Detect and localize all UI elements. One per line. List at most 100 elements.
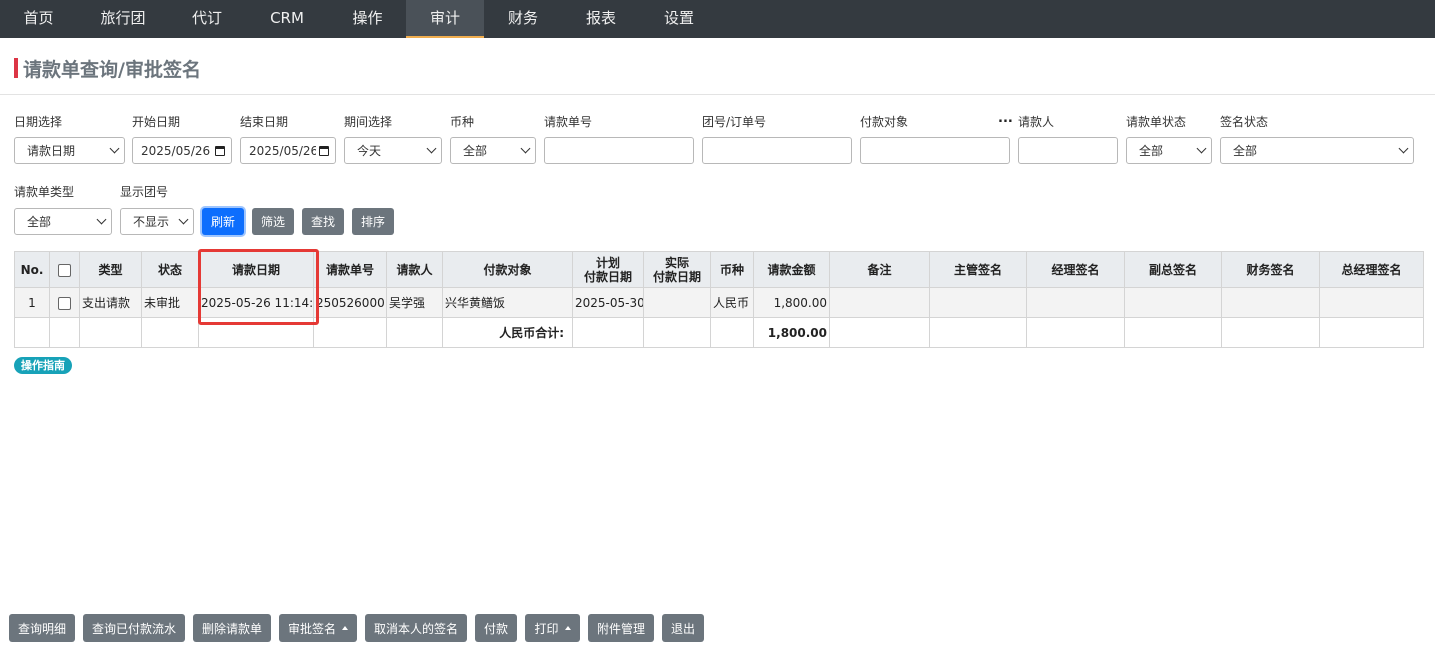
col-header-select <box>49 251 80 288</box>
cell-date: 2025-05-26 11:14:32 <box>198 287 314 318</box>
refresh-button[interactable]: 刷新 <box>202 208 244 235</box>
cell-status: 未审批 <box>141 287 199 318</box>
period-dropdown[interactable]: 今天 <box>344 137 442 164</box>
group-order-no-input[interactable] <box>702 137 852 164</box>
start-date-label: 开始日期 <box>132 115 181 129</box>
requester-input[interactable] <box>1018 137 1118 164</box>
cell-no: 1 <box>14 287 50 318</box>
title-accent-bar <box>14 58 18 78</box>
page-title: 请款单查询/审批签名 <box>23 58 201 81</box>
filter-button[interactable]: 筛选 <box>252 208 294 235</box>
total-cell-empty <box>198 317 314 348</box>
request-status-value: 全部 <box>1139 144 1164 158</box>
delete-request-button[interactable]: 删除请款单 <box>193 614 271 642</box>
sign-status-label: 签名状态 <box>1220 115 1269 129</box>
col-header-plan-pay[interactable]: 计划 付款日期 <box>572 251 644 288</box>
more-fields-ellipsis[interactable]: ... <box>998 111 1013 126</box>
request-table: No. 类型 状态 请款日期 请款单号 请款人 付款对象 计划 付款日期 实际 付款… <box>14 251 1424 348</box>
col-header-payee[interactable]: 付款对象 <box>442 251 573 288</box>
query-paid-button[interactable]: 查询已付款流水 <box>83 614 185 642</box>
sort-button[interactable]: 排序 <box>352 208 394 235</box>
col-header-date[interactable]: 请款日期 <box>198 251 314 288</box>
cell-type: 支出请款 <box>79 287 142 318</box>
col-header-sign-manager[interactable]: 经理签名 <box>1026 251 1125 288</box>
date-select-dropdown[interactable]: 请款日期 <box>14 137 125 164</box>
nav-item-finance[interactable]: 财务 <box>484 0 562 38</box>
total-cell-empty <box>710 317 754 348</box>
operation-guide-badge[interactable]: 操作指南 <box>14 357 72 374</box>
approve-sign-button[interactable]: 审批签名 <box>279 614 357 642</box>
nav-item-audit[interactable]: 审计 <box>406 0 484 38</box>
chevron-down-icon <box>1398 143 1409 154</box>
nav-item-home[interactable]: 首页 <box>0 0 77 38</box>
row-checkbox[interactable] <box>58 296 71 310</box>
cell-requester: 吴学强 <box>386 287 443 318</box>
plan-pay-line1: 计划 <box>595 255 620 270</box>
col-header-sign-gm[interactable]: 总经理签名 <box>1319 251 1424 288</box>
period-value: 今天 <box>357 144 382 158</box>
col-header-status[interactable]: 状态 <box>141 251 199 288</box>
select-all-checkbox[interactable] <box>58 263 71 277</box>
nav-item-crm[interactable]: CRM <box>245 0 329 38</box>
col-header-currency[interactable]: 币种 <box>710 251 754 288</box>
exit-button[interactable]: 退出 <box>662 614 704 642</box>
request-type-dropdown[interactable]: 全部 <box>14 208 112 235</box>
table-row[interactable]: 1 支出请款 未审批 2025-05-26 11:14:32 250526000… <box>14 287 1424 318</box>
currency-value: 全部 <box>463 144 488 158</box>
find-button[interactable]: 查找 <box>302 208 344 235</box>
calendar-icon[interactable] <box>319 145 329 156</box>
cell-actual-pay <box>643 287 711 318</box>
request-status-label: 请款单状态 <box>1126 115 1187 129</box>
cell-sign-finance <box>1221 287 1320 318</box>
query-detail-button[interactable]: 查询明细 <box>9 614 75 642</box>
chevron-down-icon <box>426 143 437 154</box>
currency-dropdown[interactable]: 全部 <box>450 137 536 164</box>
attachments-button[interactable]: 附件管理 <box>588 614 654 642</box>
sign-status-dropdown[interactable]: 全部 <box>1220 137 1414 164</box>
pay-button[interactable]: 付款 <box>475 614 517 642</box>
col-header-type[interactable]: 类型 <box>79 251 142 288</box>
currency-label: 币种 <box>450 115 475 129</box>
total-cell-empty <box>141 317 199 348</box>
end-date-label: 结束日期 <box>240 115 289 129</box>
request-no-input[interactable] <box>544 137 694 164</box>
cell-payee: 兴华黄鳝饭 <box>442 287 573 318</box>
col-header-amount[interactable]: 请款金额 <box>753 251 830 288</box>
page-header: 请款单查询/审批签名 <box>14 56 201 81</box>
show-group-label: 显示团号 <box>120 185 169 199</box>
total-cell-empty <box>572 317 644 348</box>
payee-label: 付款对象 <box>860 115 909 129</box>
group-order-no-label: 团号/订单号 <box>702 115 767 129</box>
nav-item-booking[interactable]: 代订 <box>169 0 245 38</box>
calendar-icon[interactable] <box>215 145 225 156</box>
col-header-sign-vice-gm[interactable]: 副总签名 <box>1124 251 1222 288</box>
total-label: 人民币合计: <box>442 317 573 348</box>
col-header-requester[interactable]: 请款人 <box>386 251 443 288</box>
nav-item-tour-group[interactable]: 旅行团 <box>77 0 169 38</box>
start-date-value: 2025/05/26 <box>141 143 211 158</box>
cell-select <box>49 287 80 318</box>
cancel-sign-button[interactable]: 取消本人的签名 <box>365 614 467 642</box>
nav-item-reports[interactable]: 报表 <box>562 0 640 38</box>
start-date-input[interactable]: 2025/05/26 <box>132 137 232 164</box>
total-cell-empty <box>929 317 1027 348</box>
nav-item-operation[interactable]: 操作 <box>329 0 406 38</box>
period-label: 期间选择 <box>344 115 393 129</box>
request-type-label: 请款单类型 <box>14 185 75 199</box>
print-button[interactable]: 打印 <box>525 614 580 642</box>
plan-pay-line2: 付款日期 <box>583 269 632 284</box>
request-no-label: 请款单号 <box>544 115 593 129</box>
col-header-request-no[interactable]: 请款单号 <box>313 251 387 288</box>
col-header-sign-finance[interactable]: 财务签名 <box>1221 251 1320 288</box>
payee-input[interactable] <box>860 137 1010 164</box>
end-date-input[interactable]: 2025/05/26 <box>240 137 336 164</box>
total-cell-empty <box>49 317 80 348</box>
col-header-actual-pay[interactable]: 实际 付款日期 <box>643 251 711 288</box>
col-header-remark[interactable]: 备注 <box>829 251 930 288</box>
total-cell-empty <box>1319 317 1424 348</box>
show-group-dropdown[interactable]: 不显示 <box>120 208 194 235</box>
requester-label: 请款人 <box>1018 115 1055 129</box>
request-status-dropdown[interactable]: 全部 <box>1126 137 1212 164</box>
nav-item-settings[interactable]: 设置 <box>640 0 718 38</box>
col-header-sign-supervisor[interactable]: 主管签名 <box>929 251 1027 288</box>
